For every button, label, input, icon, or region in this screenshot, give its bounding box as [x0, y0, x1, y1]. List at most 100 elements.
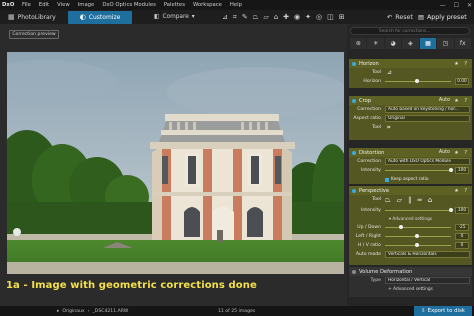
volume-advanced-toggle[interactable]: + Advanced settings	[349, 285, 472, 293]
crop-header[interactable]: Crop Auto ★ ?	[349, 96, 472, 105]
menu-view[interactable]: View	[53, 2, 74, 8]
perspective-intensity-slider[interactable]	[385, 210, 451, 211]
volume-toggle[interactable]	[352, 269, 356, 274]
hv-ratio-value[interactable]: 0	[455, 242, 469, 249]
crop-aspect-label: Aspect ratio	[353, 116, 381, 121]
volume-header[interactable]: Volume Deformation	[349, 267, 472, 276]
perspective-vertical-icon[interactable]: ∥	[408, 196, 412, 205]
tab-detail-icon[interactable]: ◈	[402, 38, 419, 49]
automode-select[interactable]: Verticals & Horizontals	[385, 251, 470, 258]
crop-toggle[interactable]	[352, 98, 356, 103]
straighten-tool-icon[interactable]: ⊿	[222, 13, 228, 21]
menu-help[interactable]: Help	[226, 2, 246, 8]
reset-label: Reset	[395, 13, 413, 21]
section-star-icon[interactable]: ★ ?	[454, 150, 469, 156]
perspective-intensity-value[interactable]: 100	[455, 207, 469, 214]
grid-icon[interactable]: ⊞	[339, 13, 345, 21]
tab-fx-icon[interactable]: fx	[454, 38, 471, 49]
tab-all-icon[interactable]: ⊛	[350, 38, 367, 49]
menubar: DxO File Edit View Image DxO Optics Modu…	[0, 0, 474, 10]
close-icon[interactable]: ✕	[467, 2, 472, 9]
file-name[interactable]: _DSC4211.ARW	[93, 309, 129, 314]
hv-ratio-knob[interactable]	[415, 243, 419, 247]
perspective-intensity-knob[interactable]	[449, 208, 453, 212]
perspective-8pt-icon[interactable]: ⌂	[428, 196, 432, 205]
before-after-icon[interactable]: ◫	[327, 13, 334, 21]
keep-aspect-checkbox[interactable]: Keep aspect ratio	[385, 177, 429, 182]
menu-file[interactable]: File	[18, 2, 35, 8]
hv-ratio-row: H / V ratio 0	[349, 241, 472, 250]
perspective-horizontal-icon[interactable]: ═	[418, 196, 422, 205]
horizon-slider-knob[interactable]	[415, 79, 419, 83]
distortion-intensity-value[interactable]: 100	[455, 167, 469, 174]
distortion-auto[interactable]: Auto	[439, 150, 450, 155]
distortion-intensity-knob[interactable]	[449, 168, 453, 172]
horizon-value[interactable]: 0.00	[455, 78, 469, 85]
menu-image[interactable]: Image	[74, 2, 99, 8]
crop-tool-icon[interactable]: ⌗	[387, 124, 390, 132]
distortion-toggle[interactable]	[352, 150, 356, 155]
horizon-header[interactable]: Horizon ★ ?	[349, 59, 472, 68]
volume-type-select[interactable]: Horizontal / Vertical	[385, 277, 470, 284]
eyedropper-icon[interactable]: ✎	[242, 13, 248, 21]
updown-value[interactable]: -25	[455, 224, 469, 231]
crop-auto[interactable]: Auto	[439, 98, 450, 103]
compare-button[interactable]: ◧ Compare ▾	[154, 11, 195, 23]
redeye-icon[interactable]: ◉	[294, 13, 300, 21]
section-star-icon[interactable]: ★ ?	[454, 61, 469, 67]
menu-workspace[interactable]: Workspace	[189, 2, 226, 8]
preview-eye-icon[interactable]: ◎	[316, 13, 322, 21]
preset-icon: ▤	[418, 13, 424, 21]
search-corrections-input[interactable]: Search for corrections...	[350, 27, 470, 35]
perspective-tool-icon[interactable]: ⏢	[253, 13, 259, 22]
perspective-rect-icon[interactable]: ▱	[397, 196, 402, 205]
section-star-icon[interactable]: ★ ?	[454, 98, 469, 104]
menu-palettes[interactable]: Palettes	[160, 2, 189, 8]
compare-icon: ◧	[154, 14, 160, 20]
perspective-advanced-toggle[interactable]: ▾ Advanced settings	[349, 215, 472, 223]
perspective-8pt-icon[interactable]: ⌂	[274, 13, 278, 21]
export-to-disk-button[interactable]: ⇩ Export to disk	[414, 306, 472, 316]
folder-name[interactable]: Originaux	[62, 309, 84, 314]
tab-customize[interactable]: ◐ Customize	[68, 10, 132, 24]
reset-button[interactable]: ↶ Reset	[387, 11, 413, 23]
tab-photolibrary[interactable]: ▦ PhotoLibrary	[2, 11, 66, 24]
undo-icon: ↶	[387, 13, 393, 21]
crop-correction-select[interactable]: Auto based on keystoning / hor...	[385, 106, 470, 113]
menu-edit[interactable]: Edit	[35, 2, 53, 8]
leftright-knob[interactable]	[415, 234, 419, 238]
apply-preset-button[interactable]: ▤ Apply preset	[418, 11, 467, 23]
maximize-icon[interactable]: ☐	[454, 2, 459, 9]
tab-local-icon[interactable]: ◳	[437, 38, 454, 49]
distortion-header[interactable]: Distortion Auto ★ ?	[349, 148, 472, 157]
horizon-tool-icon[interactable]: ⊿	[387, 69, 392, 76]
distortion-correction-select[interactable]: Auto with DxO Optics Module	[385, 158, 470, 165]
local-adjust-icon[interactable]: ✦	[305, 13, 311, 21]
perspective-toggle[interactable]	[352, 188, 356, 193]
menu-optics-modules[interactable]: DxO Optics Modules	[98, 2, 160, 8]
perspective-rect-icon[interactable]: ▱	[263, 13, 268, 21]
updown-knob[interactable]	[399, 225, 403, 229]
section-star-icon[interactable]: ★ ?	[454, 188, 469, 194]
customize-icon: ◐	[79, 13, 86, 21]
crop-aspect-select[interactable]: Original	[385, 115, 470, 122]
perspective-header[interactable]: Perspective ★ ?	[349, 186, 472, 195]
crop-section: Crop Auto ★ ? Correction Auto based on k…	[349, 96, 472, 140]
perspective-4pt-icon[interactable]: ⏢	[385, 196, 391, 205]
minimize-icon[interactable]: —	[440, 2, 446, 9]
tab-color-icon[interactable]: ◕	[384, 38, 402, 49]
updown-slider[interactable]	[385, 227, 451, 228]
leftright-value[interactable]: 0	[455, 233, 469, 240]
distortion-intensity-slider[interactable]	[385, 170, 451, 171]
horizon-toggle[interactable]	[352, 61, 356, 66]
library-icon: ▦	[8, 13, 15, 21]
repair-tool-icon[interactable]: ✚	[283, 13, 289, 21]
correction-preview-button[interactable]: Correction preview	[9, 30, 59, 39]
tab-geometry-icon[interactable]: ▦	[419, 38, 437, 49]
crop-tool-icon[interactable]: ⌗	[233, 13, 237, 22]
tab-customize-label: Customize	[88, 13, 121, 21]
tab-light-icon[interactable]: ☀	[367, 38, 384, 49]
distortion-intensity-label: Intensity	[361, 168, 381, 173]
distortion-correction-row: Correction Auto with DxO Optics Module	[349, 157, 472, 166]
leftright-label: Left / Right	[355, 234, 381, 239]
